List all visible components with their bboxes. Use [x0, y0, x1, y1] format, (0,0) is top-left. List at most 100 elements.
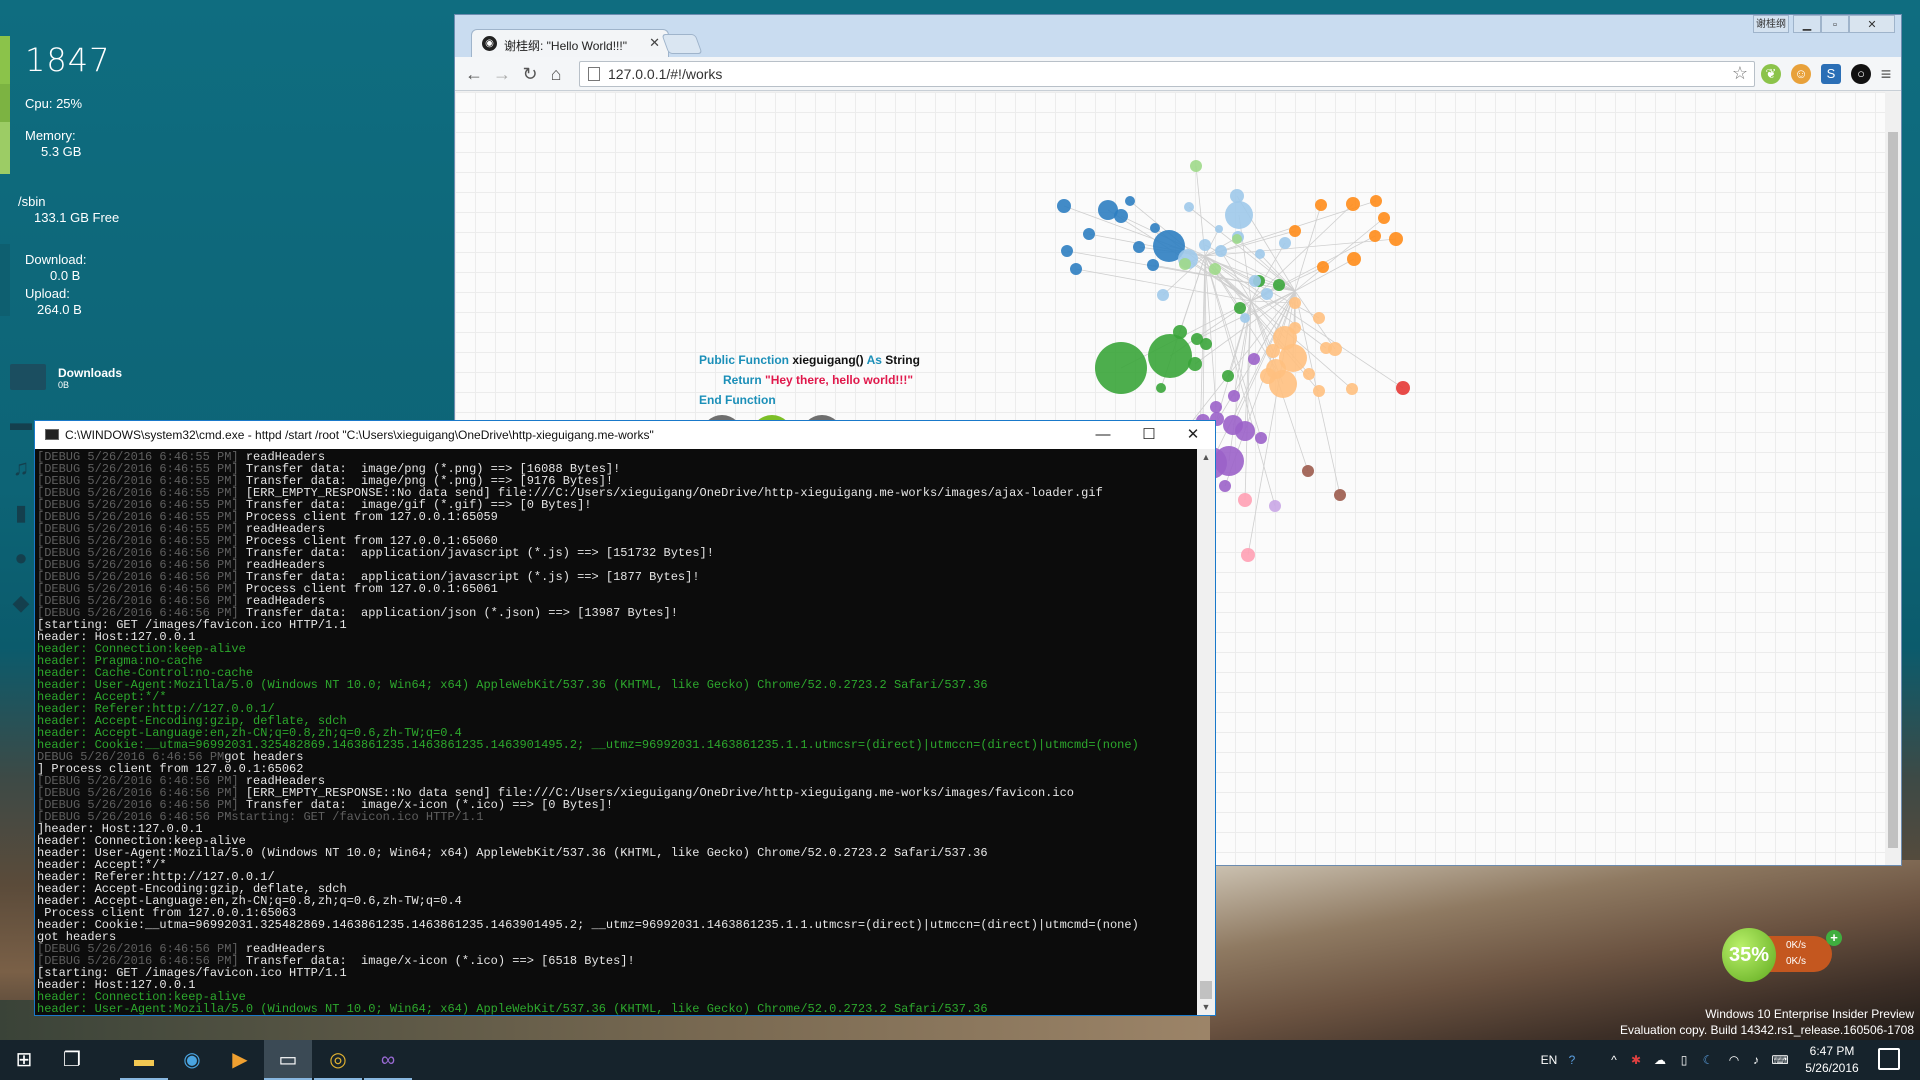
chrome-titlebar[interactable]: ◉ 谢桂纲: "Hello World!!!" ✕ 谢桂纲 ▁ ▫ ✕ — [455, 15, 1901, 57]
graph-node[interactable] — [1369, 230, 1381, 242]
graph-node[interactable] — [1057, 199, 1071, 213]
page-scrollbar-thumb[interactable] — [1888, 132, 1898, 848]
graph-node[interactable] — [1222, 370, 1234, 382]
graph-node[interactable] — [1273, 279, 1285, 291]
new-tab-button[interactable] — [661, 34, 703, 54]
plus-icon[interactable]: + — [1826, 930, 1842, 946]
graph-node[interactable] — [1289, 297, 1301, 309]
graph-node[interactable] — [1240, 313, 1250, 323]
graph-node[interactable] — [1334, 489, 1346, 501]
graph-node[interactable] — [1125, 196, 1135, 206]
tray-app-icon[interactable]: ✱ — [1626, 1040, 1646, 1080]
graph-node[interactable] — [1156, 383, 1166, 393]
graph-node[interactable] — [1150, 223, 1160, 233]
scroll-down-icon[interactable]: ▼ — [1197, 999, 1215, 1015]
folder-icon[interactable]: ▬ — [8, 410, 34, 436]
graph-node[interactable] — [1098, 200, 1118, 220]
graph-node[interactable] — [1289, 225, 1301, 237]
page-scrollbar[interactable] — [1885, 92, 1901, 865]
keyboard-icon[interactable]: ⌨ — [1770, 1040, 1790, 1080]
graph-node[interactable] — [1313, 385, 1325, 397]
graph-node[interactable] — [1215, 225, 1223, 233]
graph-node[interactable] — [1279, 237, 1291, 249]
bookmark-star-icon[interactable]: ☆ — [1732, 63, 1748, 84]
graph-node[interactable] — [1157, 289, 1169, 301]
scroll-up-icon[interactable]: ▲ — [1197, 449, 1215, 465]
graph-node[interactable] — [1190, 160, 1202, 172]
graph-node[interactable] — [1249, 275, 1261, 287]
graph-node[interactable] — [1184, 202, 1194, 212]
battery-icon[interactable]: ▯ — [1674, 1040, 1694, 1080]
graph-node[interactable] — [1389, 232, 1403, 246]
close-button[interactable]: ✕ — [1849, 15, 1895, 33]
extension-face-icon[interactable]: ☺ — [1791, 64, 1811, 84]
close-tab-icon[interactable]: ✕ — [649, 35, 660, 51]
graph-node[interactable] — [1061, 245, 1073, 257]
graph-node[interactable] — [1225, 201, 1253, 229]
graph-node[interactable] — [1083, 228, 1095, 240]
graph-node[interactable] — [1255, 432, 1267, 444]
graph-node[interactable] — [1396, 381, 1410, 395]
user-icon[interactable]: ● — [8, 545, 34, 571]
tray-expand-icon[interactable]: ^ — [1604, 1040, 1624, 1080]
graph-node[interactable] — [1228, 390, 1240, 402]
graph-node[interactable] — [1347, 252, 1361, 266]
document-icon[interactable]: ▮ — [8, 500, 34, 526]
graph-node[interactable] — [1230, 189, 1244, 203]
graph-node[interactable] — [1199, 239, 1211, 251]
graph-node[interactable] — [1346, 383, 1358, 395]
reload-icon[interactable]: ↻ — [519, 63, 541, 85]
graph-node[interactable] — [1214, 446, 1244, 476]
graph-node[interactable] — [1378, 212, 1390, 224]
graph-node[interactable] — [1210, 401, 1222, 413]
graph-node[interactable] — [1269, 370, 1297, 398]
task-view-icon[interactable]: ❐ — [48, 1040, 96, 1080]
language-indicator[interactable]: EN — [1538, 1040, 1560, 1080]
graph-node[interactable] — [1266, 344, 1280, 358]
graph-node[interactable] — [1148, 334, 1192, 378]
graph-node[interactable] — [1346, 197, 1360, 211]
graph-node[interactable] — [1313, 312, 1325, 324]
graph-node[interactable] — [1095, 342, 1147, 394]
console-output[interactable]: [DEBUG 5/26/2016 6:46:55 PM] readHeaders… — [37, 451, 1195, 1015]
chrome-menu-icon[interactable]: ≡ — [1875, 63, 1897, 85]
tab-hello-world[interactable]: ◉ 谢桂纲: "Hello World!!!" ✕ — [471, 29, 669, 57]
graph-node[interactable] — [1232, 234, 1242, 244]
graph-node[interactable] — [1191, 333, 1203, 345]
start-icon[interactable]: ⊞ — [0, 1040, 48, 1080]
graph-node[interactable] — [1315, 199, 1327, 211]
graph-node[interactable] — [1370, 195, 1382, 207]
graph-node[interactable] — [1317, 261, 1329, 273]
graph-node[interactable] — [1209, 263, 1221, 275]
cmd-minimize-button[interactable]: — — [1091, 425, 1115, 445]
address-bar[interactable]: 127.0.0.1/#!/works ☆ — [579, 61, 1755, 87]
visual-studio-icon[interactable]: ∞ — [364, 1040, 412, 1080]
maximize-button[interactable]: ▫ — [1821, 15, 1849, 33]
chrome-icon[interactable]: ◎ — [314, 1040, 362, 1080]
graph-node[interactable] — [1302, 465, 1314, 477]
back-icon[interactable]: ← — [463, 63, 485, 85]
extension-circle-icon[interactable]: ○ — [1851, 64, 1871, 84]
graph-node[interactable] — [1219, 480, 1231, 492]
file-explorer-icon[interactable]: ▬ — [120, 1040, 168, 1080]
graph-node[interactable] — [1303, 368, 1315, 380]
graph-node[interactable] — [1133, 241, 1145, 253]
volume-icon[interactable]: ♪ — [1746, 1040, 1766, 1080]
graph-node[interactable] — [1215, 245, 1227, 257]
home-icon[interactable]: ⌂ — [545, 63, 567, 85]
graph-node[interactable] — [1328, 342, 1342, 356]
cmd-scrollbar[interactable]: ▲ ▼ — [1197, 449, 1215, 1015]
graph-node[interactable] — [1179, 258, 1191, 270]
graph-node[interactable] — [1147, 259, 1159, 271]
extension-leaf-icon[interactable]: ❦ — [1761, 64, 1781, 84]
forward-icon[interactable]: → — [491, 63, 513, 85]
net-speed-gadget[interactable]: 0K/s 0K/s 35% + — [1718, 924, 1842, 982]
help-icon[interactable]: ? — [1562, 1040, 1582, 1080]
graph-node[interactable] — [1248, 353, 1260, 365]
cmd-maximize-button[interactable]: ☐ — [1137, 425, 1161, 445]
extension-s-icon[interactable]: S — [1821, 64, 1841, 84]
cmd-scrollbar-thumb[interactable] — [1200, 981, 1212, 999]
gamepad-icon[interactable]: ◆ — [8, 590, 34, 616]
cmd-titlebar[interactable]: C:\WINDOWS\system32\cmd.exe - httpd /sta… — [35, 421, 1215, 449]
graph-node[interactable] — [1238, 493, 1252, 507]
